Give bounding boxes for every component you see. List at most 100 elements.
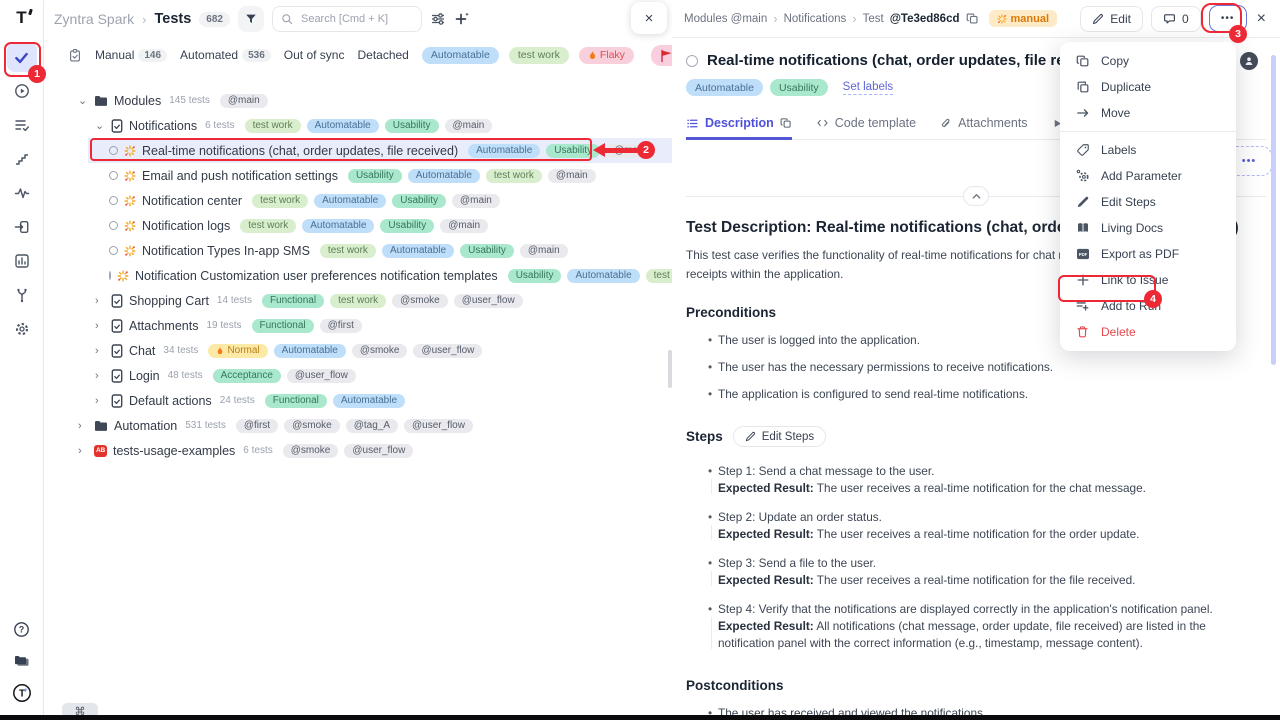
sidebar-item-plans[interactable] [7,110,37,140]
comments-button[interactable]: 0 [1151,6,1201,32]
sidebar-item-activity[interactable] [7,178,37,208]
search-box[interactable] [272,6,422,32]
tag-badge: Automatable [408,169,480,183]
caret-right-icon[interactable]: › [95,370,105,382]
adjustments-button[interactable] [430,11,446,27]
icon-rail: T ? [0,0,44,720]
edit-steps-button[interactable]: Edit Steps [733,426,826,447]
add-test-ai-button[interactable] [454,11,470,27]
caret-right-icon[interactable]: › [95,345,105,357]
account-logo-button[interactable]: T [7,678,37,708]
tag-badge: @smoke [352,344,408,358]
tree-row-label: Attachments [129,319,198,333]
tag-badge: @main [520,244,568,258]
menu-item[interactable]: Duplicate [1060,74,1236,100]
copy-icon[interactable] [780,117,792,129]
filter-pill[interactable]: test work [509,47,569,64]
sidebar-item-branches[interactable] [7,280,37,310]
tree-row-count: 48 tests [168,370,203,381]
tree-row[interactable]: ⌄ Modules 145 tests @main [44,88,672,113]
tab-manual[interactable]: Manual146 [95,48,167,62]
tab-automated[interactable]: Automated536 [180,48,271,62]
menu-item[interactable]: Move [1060,100,1236,126]
projects-button[interactable] [7,646,37,676]
menu-item[interactable]: PDF Export as PDF [1060,241,1236,267]
tree-row[interactable]: Email and push notification settings Usa… [44,163,672,188]
help-button[interactable]: ? [7,614,37,644]
flag-pill[interactable] [651,45,672,66]
tag-badge: @user_flow [454,294,523,308]
tag-badge: @main [445,119,493,133]
tab-detached[interactable]: Detached [357,48,408,62]
caret-down-icon[interactable]: ⌄ [95,119,105,132]
spark-icon [124,245,136,257]
step-item: Step 4: Verify that the notifications ar… [686,601,1264,652]
caret-right-icon[interactable]: › [95,295,105,307]
tree-row[interactable]: Notification center test work Automatabl… [44,188,672,213]
filter-pill[interactable]: Automatable [422,47,499,64]
tree-row[interactable]: › Default actions 24 tests Functional Au… [44,388,672,413]
search-input[interactable] [299,12,413,26]
tree-row[interactable]: ⌄ Notifications 6 tests test work Auto [44,113,672,138]
step-item: Step 2: Update an order status. Expected… [686,509,1264,543]
edit-button[interactable]: Edit [1080,6,1143,32]
detail-scrollbar[interactable] [1271,55,1276,365]
caret-right-icon[interactable]: › [95,320,105,332]
tree-row[interactable]: › Attachments 19 tests Functional @first [44,313,672,338]
copy-id-icon[interactable] [966,12,979,25]
tree-row[interactable]: › Shopping Cart 14 tests Functional test… [44,288,672,313]
code-icon [816,117,829,129]
sidebar-item-analytics[interactable] [7,246,37,276]
caret-right-icon[interactable]: › [78,445,88,457]
filter-button[interactable] [238,6,264,32]
menu-item[interactable]: Copy [1060,48,1236,74]
menu-item[interactable]: Add Parameter [1060,163,1236,189]
annotation-box-4 [1058,275,1156,302]
tag-badge: test work [486,169,542,183]
breadcrumb-modules[interactable]: Modules @main [684,13,767,25]
tag-badge: Usability [380,219,434,233]
gear-icon [14,321,30,337]
menu-item[interactable]: Delete [1060,319,1236,345]
breadcrumb-notifications[interactable]: Notifications [784,13,847,25]
avatar[interactable] [1240,52,1258,70]
tag-badge: test work [240,219,296,233]
test-status-icon[interactable] [686,55,698,67]
set-labels-link[interactable]: Set labels [843,81,894,95]
tree-row[interactable]: Notification logs test work Automatable … [44,213,672,238]
bulk-edit-icon[interactable] [68,48,82,63]
tree-row[interactable]: › Login 48 tests Acceptance @user_flow [44,363,672,388]
breadcrumb-project[interactable]: Zyntra Spark [54,11,134,27]
tab-description[interactable]: Description [686,116,792,140]
caret-right-icon[interactable]: › [95,395,105,407]
caret-down-icon[interactable]: ⌄ [78,94,88,107]
close-panel-button[interactable]: × [631,2,667,34]
tab-out-of-sync[interactable]: Out of sync [284,48,345,62]
menu-item[interactable]: Living Docs [1060,215,1236,241]
tree-row[interactable]: › AB tests-usage-examples 6 tests @smoke… [44,438,672,463]
tree-row[interactable]: › Chat 34 tests Normal Automatable [44,338,672,363]
tab-code-template[interactable]: Code template [816,116,916,139]
sidebar-item-settings[interactable] [7,314,37,344]
svg-text:T: T [18,689,24,700]
doc-icon [111,319,123,333]
comment-icon [1163,12,1176,25]
app-logo[interactable]: T [16,8,26,28]
tree-row[interactable]: Notification Types In-app SMS test work … [44,238,672,263]
tree-row[interactable]: Notification Customization user preferen… [44,263,672,288]
sidebar-item-import[interactable] [7,212,37,242]
breadcrumb-separator: › [852,11,856,26]
collapse-button[interactable] [963,186,989,206]
tree-row-label: Login [129,369,160,383]
breadcrumb-separator: › [142,12,146,27]
tree-row[interactable]: › Automation 531 tests @first @smoke [44,413,672,438]
tree-row-badges: Acceptance @user_flow [213,369,356,383]
close-detail-button[interactable]: × [1255,10,1268,28]
menu-item[interactable]: Labels [1060,137,1236,163]
tab-attachments[interactable]: Attachments [940,116,1027,139]
filter-pill[interactable]: Flaky [579,47,634,64]
step-text: Step 3: Send a file to the user. [718,555,1264,572]
sidebar-item-steps[interactable] [7,144,37,174]
caret-right-icon[interactable]: › [78,420,88,432]
menu-item[interactable]: Edit Steps [1060,189,1236,215]
